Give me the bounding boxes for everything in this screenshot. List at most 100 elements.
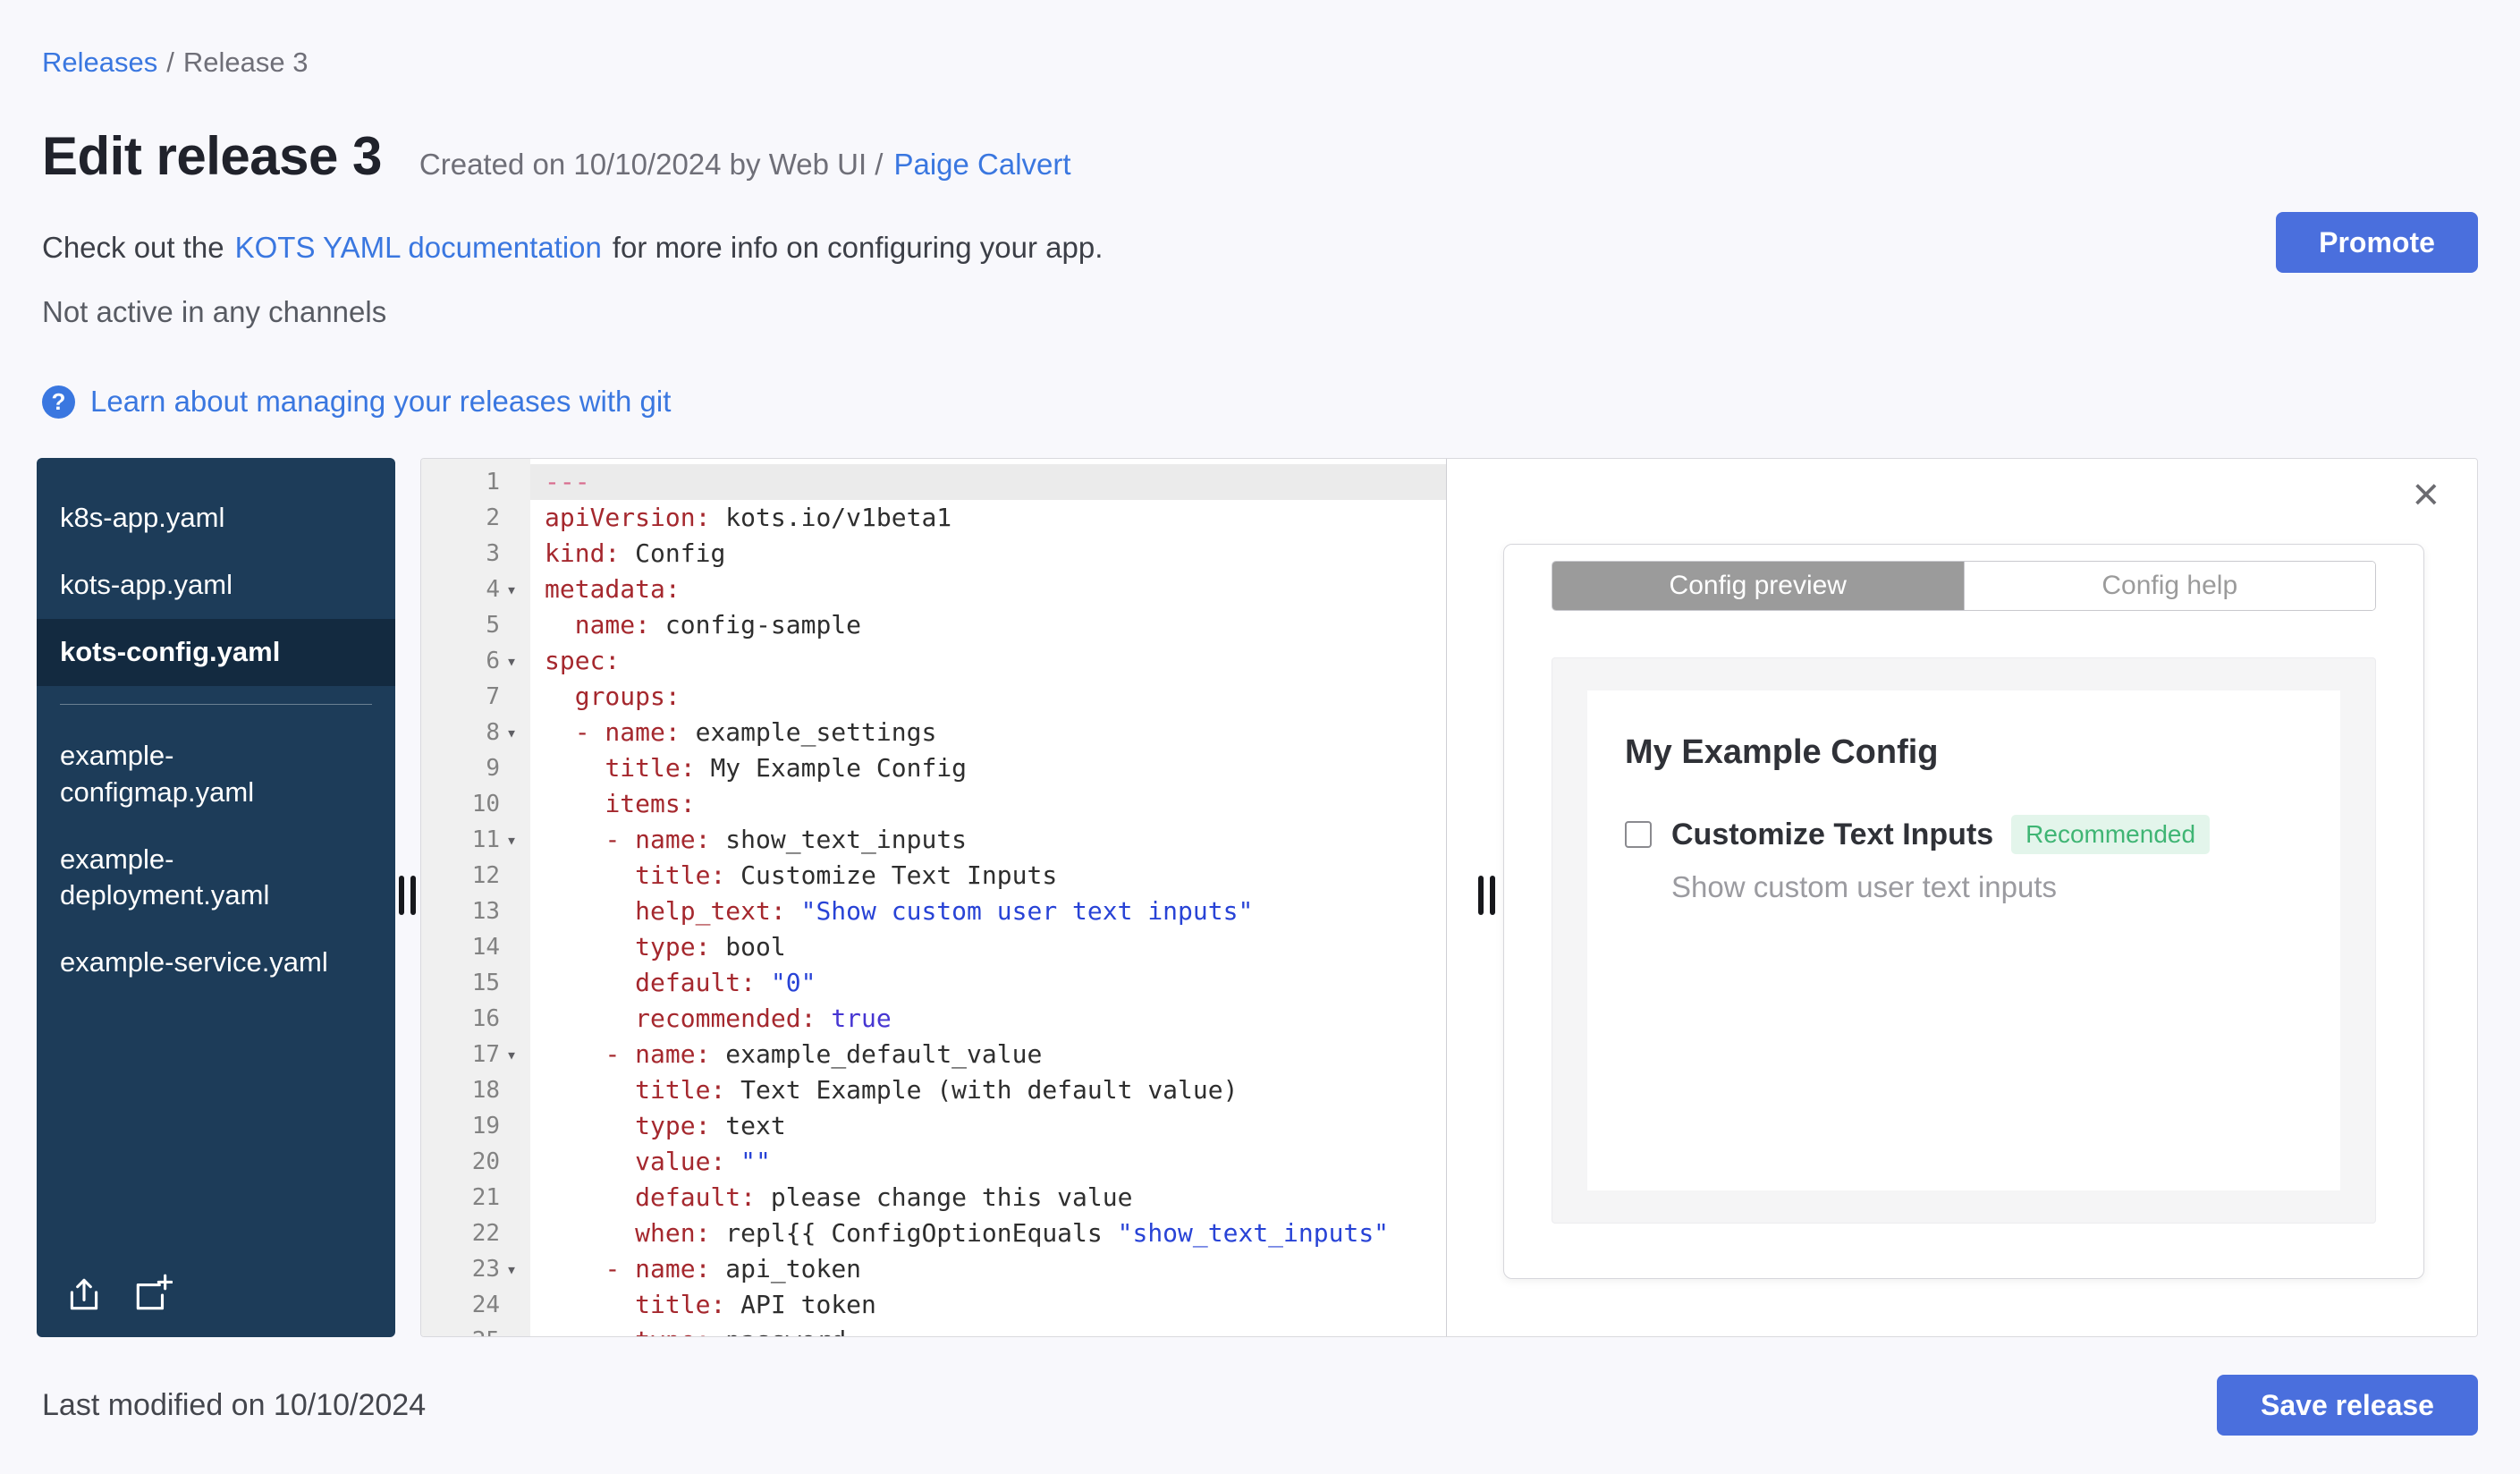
gutter-line-24: 24 (471, 1292, 500, 1318)
created-text: Created on 10/10/2024 by Web UI / Paige C… (419, 148, 1071, 182)
gutter-line-8: 8 ▾ (421, 715, 530, 750)
fold-toggle-line-4[interactable]: ▾ (500, 572, 523, 607)
code-line-18[interactable]: title: Text Example (with default value) (530, 1072, 1446, 1108)
code-line-8[interactable]: - name: example_settings (530, 715, 1446, 750)
tab-config-preview[interactable]: Config preview (1552, 562, 1964, 610)
gutter-line-6: 6 ▾ (421, 643, 530, 679)
code-line-24[interactable]: title: API token (530, 1287, 1446, 1323)
code-line-2[interactable]: apiVersion: kots.io/v1beta1 (530, 500, 1446, 536)
file-list-bottom: example-configmap.yaml example-deployment… (37, 723, 395, 997)
file-item-label: k8s-app.yaml (60, 502, 225, 533)
gutter-line-3: 3 (486, 540, 500, 567)
kots-yaml-doc-link[interactable]: KOTS YAML documentation (235, 231, 602, 264)
code-line-14[interactable]: type: bool (530, 929, 1446, 965)
code-line-4[interactable]: metadata: (530, 572, 1446, 607)
code-line-12[interactable]: title: Customize Text Inputs (530, 858, 1446, 894)
code-line-23[interactable]: - name: api_token (530, 1251, 1446, 1287)
git-releases-link[interactable]: Learn about managing your releases with … (90, 385, 671, 419)
code-line-20[interactable]: value: "" (530, 1144, 1446, 1180)
last-modified-text: Last modified on 10/10/2024 (42, 1388, 427, 1422)
sidebar-file-actions (63, 1273, 173, 1314)
save-release-button[interactable]: Save release (2217, 1375, 2478, 1436)
upload-file-icon[interactable] (63, 1273, 105, 1314)
code-editor[interactable]: --- apiVersion: kots.io/v1beta1 kind: Conf… (530, 459, 1447, 1336)
fold-toggle-line-6[interactable]: ▾ (500, 643, 523, 679)
gutter-line-4: 4 ▾ (421, 572, 530, 607)
code-line-9[interactable]: title: My Example Config (530, 750, 1446, 786)
gutter-line-2: 2 (486, 504, 500, 531)
gutter-line-5: 5 (486, 612, 500, 639)
author-link[interactable]: Paige Calvert (893, 148, 1070, 181)
config-card: My Example Config Customize Text Inputs … (1587, 690, 2340, 1190)
breadcrumb-separator: / (166, 47, 174, 78)
config-group-title: My Example Config (1625, 733, 1939, 771)
file-item-kots-app.yaml[interactable]: kots-app.yaml (37, 552, 395, 619)
code-line-25[interactable]: type: password (530, 1323, 1446, 1336)
code-line-15[interactable]: default: "0" (530, 965, 1446, 1001)
gutter-line-9: 9 (486, 755, 500, 782)
code-line-17[interactable]: - name: example_default_value (530, 1037, 1446, 1072)
gutter-line-25: 25 (421, 1323, 530, 1336)
code-line-6[interactable]: spec: (530, 643, 1446, 679)
code-line-1[interactable]: --- (530, 464, 1446, 500)
config-help-text: Show custom user text inputs (1671, 870, 2058, 903)
fold-toggle-line-17[interactable]: ▾ (500, 1037, 523, 1072)
code-line-16[interactable]: recommended: true (530, 1001, 1446, 1037)
file-item-kots-config.yaml[interactable]: kots-config.yaml (37, 618, 395, 686)
code-line-13[interactable]: help_text: "Show custom user text inputs… (530, 894, 1446, 929)
preview-card: Config preview Config help My Example Con… (1503, 544, 2424, 1279)
gutter-line-21: 21 (471, 1184, 500, 1211)
gutter-line-22: 22 (471, 1220, 500, 1247)
gutter-line-18: 18 (471, 1077, 500, 1104)
gutter-line-14: 14 (471, 934, 500, 961)
breadcrumb-releases-link[interactable]: Releases (42, 47, 157, 78)
editor-gutter: 1 2 3 4 ▾ 5 6 ▾ 7 8 ▾ 9 10 11 ▾ 12 13 14 15 16 17 ▾ 18 19 20 21 22… (421, 459, 530, 1336)
customize-text-inputs-checkbox[interactable] (1625, 821, 1652, 848)
gutter-line-17: 17 ▾ (421, 1037, 530, 1072)
header-row: Edit release 3 Created on 10/10/2024 by … (42, 125, 1071, 187)
git-help-line: ? Learn about managing your releases wit… (42, 385, 671, 419)
channel-status: Not active in any channels (42, 295, 387, 328)
gutter-line-15: 15 (471, 970, 500, 996)
breadcrumb-current: Release 3 (182, 47, 309, 78)
code-line-3[interactable]: kind: Config (530, 536, 1446, 572)
gutter-line-1: 1 (486, 469, 500, 496)
fold-toggle-line-23[interactable]: ▾ (500, 1251, 523, 1287)
close-icon[interactable]: × (2413, 471, 2440, 518)
file-list-top: k8s-app.yaml kots-app.yaml kots-config.yam… (37, 485, 395, 686)
new-file-icon[interactable] (131, 1273, 173, 1314)
sidebar-resize-handle[interactable] (399, 876, 416, 915)
page-title: Edit release 3 (42, 126, 382, 186)
sidebar-divider (60, 703, 372, 705)
fold-toggle-line-8[interactable]: ▾ (500, 715, 523, 750)
code-line-11[interactable]: - name: show_text_inputs (530, 822, 1446, 858)
file-item-k8s-app.yaml[interactable]: k8s-app.yaml (37, 485, 395, 552)
file-item-label: kots-config.yaml (60, 635, 281, 667)
preview-resize-handle[interactable] (1478, 876, 1495, 915)
promote-button[interactable]: Promote (2276, 212, 2478, 273)
file-item-example-deployment.yaml[interactable]: example-deployment.yaml (37, 826, 395, 930)
gutter-line-7: 7 (486, 683, 500, 710)
file-item-example-configmap.yaml[interactable]: example-configmap.yaml (37, 723, 395, 826)
file-item-example-service.yaml[interactable]: example-service.yaml (37, 929, 395, 996)
created-label: Created on 10/10/2024 by Web UI / (419, 148, 884, 181)
preview-body: My Example Config Customize Text Inputs … (1552, 657, 2376, 1224)
code-line-5[interactable]: name: config-sample (530, 607, 1446, 643)
file-item-label: example-deployment.yaml (60, 843, 270, 911)
fold-toggle-line-11[interactable]: ▾ (500, 822, 523, 858)
code-line-21[interactable]: default: please change this value (530, 1180, 1446, 1216)
code-line-10[interactable]: items: (530, 786, 1446, 822)
code-line-7[interactable]: groups: (530, 679, 1446, 715)
preview-tab-bar: Config preview Config help (1552, 561, 2376, 611)
code-line-19[interactable]: type: text (530, 1108, 1446, 1144)
code-line-22[interactable]: when: repl{{ ConfigOptionEquals "show_te… (530, 1216, 1446, 1251)
doc-suffix: for more info on configuring your app. (612, 231, 1104, 264)
help-icon[interactable]: ? (42, 385, 75, 419)
release-editor: k8s-app.yaml kots-app.yaml kots-config.yam… (37, 458, 2478, 1337)
breadcrumb: Releases / Release 3 (42, 47, 308, 79)
config-item-title: Customize Text Inputs (1671, 817, 1994, 851)
recommended-badge: Recommended (2011, 815, 2211, 854)
gutter-line-13: 13 (471, 898, 500, 925)
file-item-label: kots-app.yaml (60, 568, 233, 600)
tab-config-help[interactable]: Config help (1963, 562, 2375, 610)
